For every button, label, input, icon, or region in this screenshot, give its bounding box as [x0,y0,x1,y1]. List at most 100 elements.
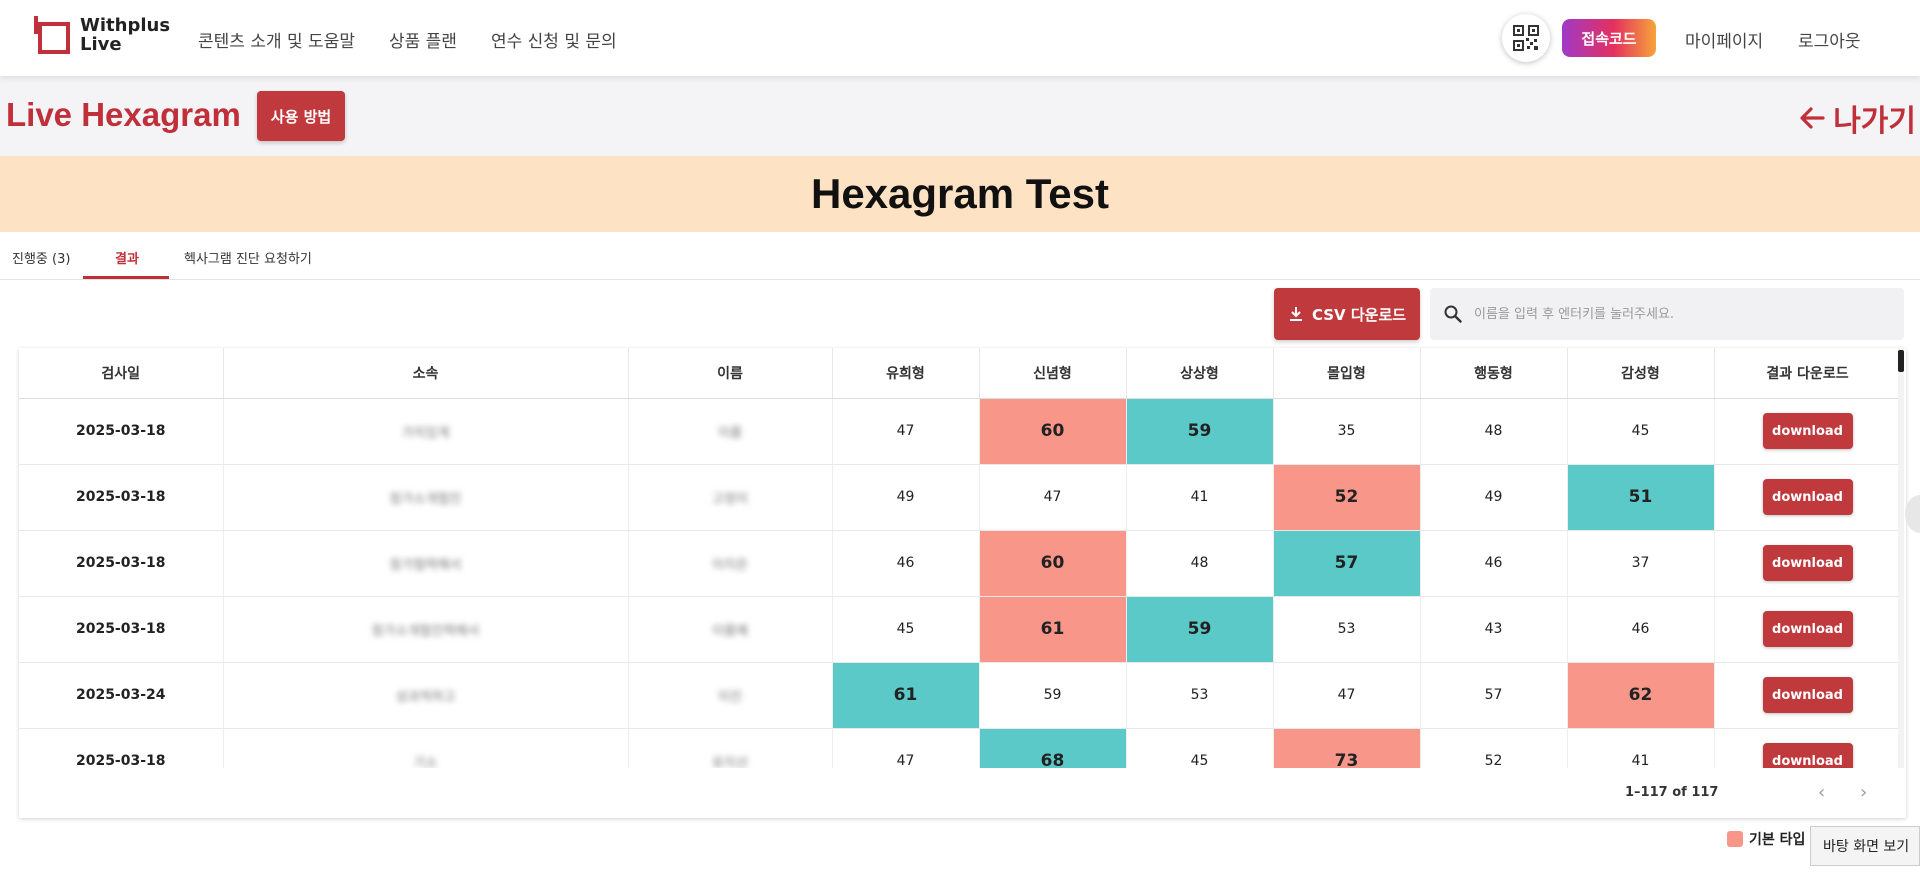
table-row: 2025-03-18 참가협력해서 이지은 46 60 48 57 46 37 download [19,530,1901,597]
scrollbar-thumb[interactable] [1898,350,1904,372]
header-imagination-type[interactable]: 상상형 [1126,348,1274,399]
table-row: 2025-03-24 성과적하고 이진 61 59 53 47 57 62 download [19,662,1901,729]
tab-bar: 진행중 (3) 결과 헥사그램 진단 요청하기 [0,236,1920,280]
access-code-button[interactable]: 접속코드 [1562,19,1656,57]
csv-download-label: CSV 다운로드 [1311,305,1407,324]
cell-test-date: 2025-03-24 [19,662,224,729]
nav-link-training-inquiry[interactable]: 연수 신청 및 문의 [491,27,617,52]
page-header: Live Hexagram 사용 방법 나가기 [0,76,1920,156]
header-name[interactable]: 이름 [628,348,833,399]
download-button[interactable]: download [1762,743,1853,768]
blurred-affiliation: 가치있게 [401,425,450,441]
cell-name: 유지선 [628,728,833,769]
legend-swatch [1727,831,1743,847]
csv-download-button[interactable]: CSV 다운로드 [1274,288,1420,340]
blurred-affiliation: 참가협력해서 [389,557,462,573]
test-banner: Hexagram Test [0,156,1920,232]
cell-score-playful: 47 [832,728,980,768]
download-button[interactable]: download [1762,545,1853,581]
exit-button[interactable]: 나가기 [1799,96,1916,140]
cell-score-imagination: 59 [1126,596,1274,663]
cell-score-belief: 61 [979,596,1127,663]
download-button[interactable]: download [1762,677,1853,713]
header-affiliation[interactable]: 소속 [223,348,629,399]
blurred-name: 이진 [718,689,742,705]
previous-page-icon[interactable]: ‹ [1818,782,1825,803]
cell-name: 이진 [628,662,833,729]
cell-name: 이름 [628,398,833,465]
nav-link-plans[interactable]: 상품 플랜 [389,27,457,52]
cell-score-action: 46 [1420,530,1568,597]
logout-link[interactable]: 로그아웃 [1798,27,1861,52]
active-tab-indicator [83,276,169,279]
blurred-name: 이지은 [712,557,748,573]
tab-results[interactable]: 결과 [115,248,139,267]
cell-score-emotion: 62 [1567,662,1715,729]
cell-score-playful: 46 [832,530,980,597]
table-scrollbar[interactable] [1898,348,1904,768]
mypage-link[interactable]: 마이페이지 [1685,27,1763,52]
cell-test-date: 2025-03-18 [19,530,224,597]
cell-score-belief: 47 [979,464,1127,531]
cell-score-belief: 60 [979,530,1127,597]
cell-affiliation: 참가소개협진 [223,464,629,531]
download-button[interactable]: download [1762,413,1853,449]
qr-code-button[interactable] [1502,14,1550,62]
header-action-type[interactable]: 행동형 [1420,348,1568,399]
header-playful-type[interactable]: 유희형 [832,348,980,399]
results-table-scroll[interactable]: 검사일 소속 이름 유희형 신념형 상상형 몰입형 행동형 감성형 결과 다운로… [19,348,1901,768]
blurred-affiliation: 기소 [413,755,438,769]
top-navbar: Withplus Live 콘텐츠 소개 및 도움말 상품 플랜 연수 신청 및… [0,0,1920,76]
table-row: 2025-03-18 참가소개협진 고정이 49 47 41 52 49 51 download [19,464,1901,531]
cell-score-belief: 59 [979,662,1127,729]
cell-score-imagination: 48 [1126,530,1274,597]
cell-score-playful: 47 [832,398,980,465]
logo-line1: Withplus [80,15,171,36]
logo-line2: Live [80,34,122,55]
cell-score-emotion: 45 [1567,398,1715,465]
howto-button[interactable]: 사용 방법 [257,91,345,141]
download-icon [1289,307,1302,321]
cell-download: download [1714,398,1901,465]
search-input[interactable] [1474,306,1874,322]
cell-score-imagination: 41 [1126,464,1274,531]
tab-in-progress[interactable]: 진행중 (3) [12,248,70,267]
blurred-name: 유지선 [712,755,748,769]
cell-test-date: 2025-03-18 [19,728,224,768]
cell-name: 고정이 [628,464,833,531]
side-drawer-handle[interactable] [1905,495,1920,533]
tab-request-diagnosis[interactable]: 헥사그램 진단 요청하기 [184,248,312,267]
cell-score-imagination: 53 [1126,662,1274,729]
cell-score-immersion: 53 [1273,596,1421,663]
pagination-range: 1–117 of 117 [1625,785,1719,800]
download-button[interactable]: download [1762,479,1853,515]
download-button[interactable]: download [1762,611,1853,647]
cell-score-action: 52 [1420,728,1568,768]
header-immersion-type[interactable]: 몰입형 [1273,348,1421,399]
cell-score-immersion: 35 [1273,398,1421,465]
nav-link-content-help[interactable]: 콘텐츠 소개 및 도움말 [198,27,355,52]
blurred-affiliation: 성과적하고 [395,689,456,705]
cell-download: download [1714,662,1901,729]
cell-name: 이지은 [628,530,833,597]
cell-affiliation: 성과적하고 [223,662,629,729]
cell-score-playful: 49 [832,464,980,531]
search-box [1430,288,1904,340]
header-test-date[interactable]: 검사일 [19,348,224,399]
banner-title: Hexagram Test [810,170,1110,217]
cell-download: download [1714,728,1901,768]
next-page-icon[interactable]: › [1860,782,1867,803]
cell-affiliation: 가치있게 [223,398,629,465]
blurred-name: 이름예 [712,623,748,639]
cell-download: download [1714,596,1901,663]
withplus-logo[interactable]: Withplus Live [34,16,172,54]
cell-score-immersion: 52 [1273,464,1421,531]
table-header-row: 검사일 소속 이름 유희형 신념형 상상형 몰입형 행동형 감성형 결과 다운로… [19,348,1901,399]
cell-score-action: 43 [1420,596,1568,663]
cell-download: download [1714,530,1901,597]
header-belief-type[interactable]: 신념형 [979,348,1127,399]
header-emotion-type[interactable]: 감성형 [1567,348,1715,399]
cell-score-imagination: 59 [1126,398,1274,465]
pagination: 1–117 of 117 ‹ › [1606,770,1906,818]
cell-affiliation: 참가소개협진력해서 [223,596,629,663]
